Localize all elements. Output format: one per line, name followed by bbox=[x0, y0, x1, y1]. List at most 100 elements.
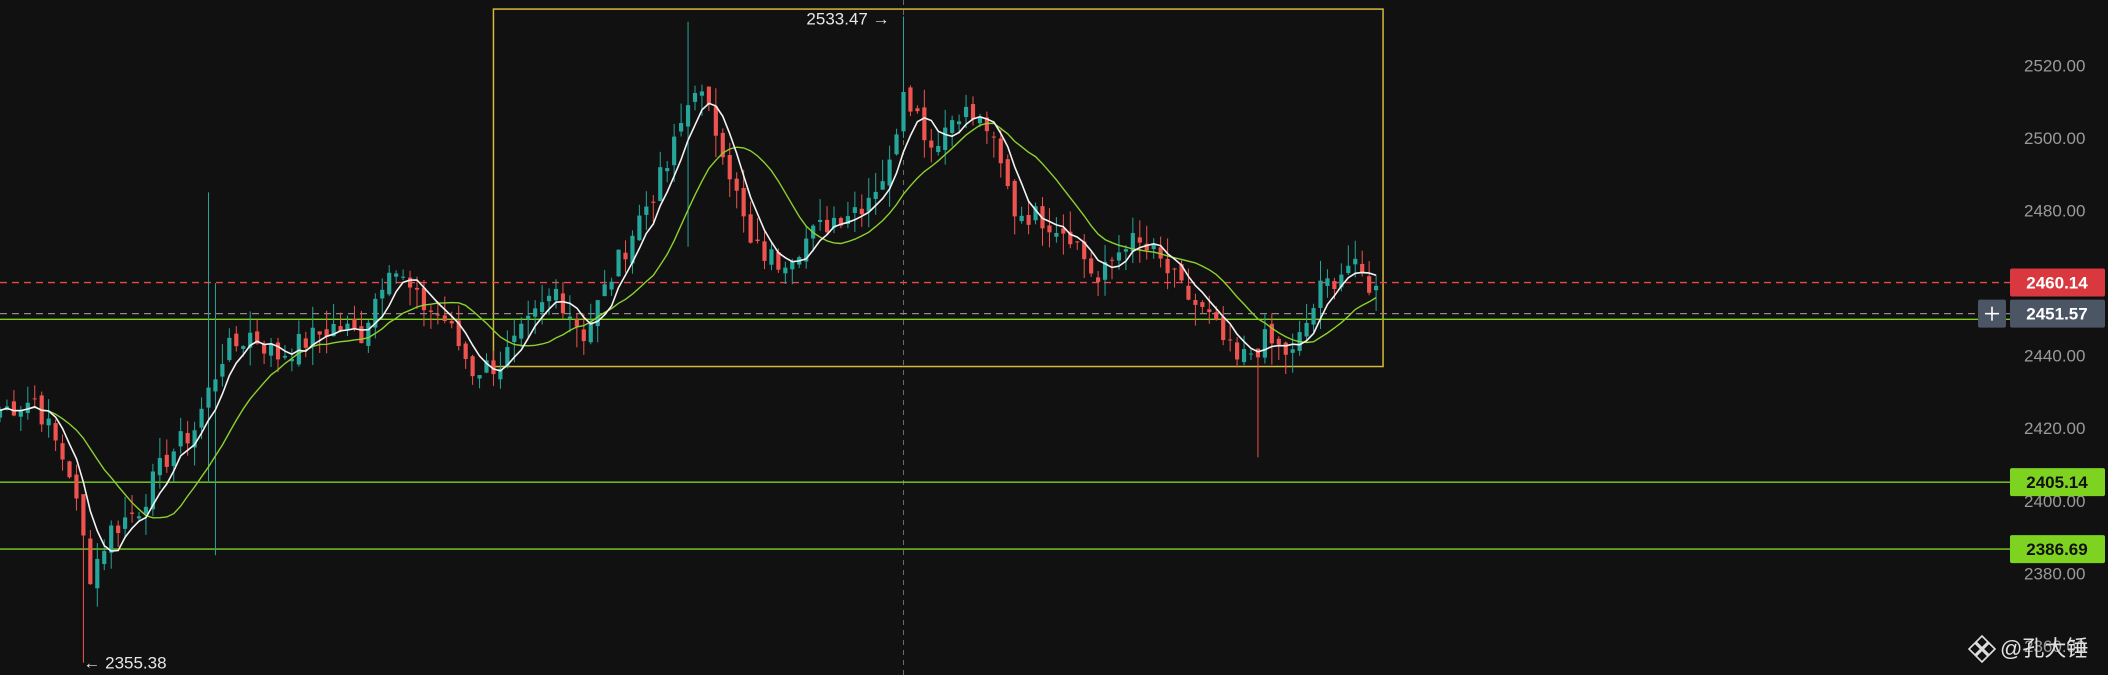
candle-body bbox=[665, 168, 670, 172]
candle-body bbox=[748, 214, 753, 243]
candle-body bbox=[0, 410, 3, 418]
candle-body bbox=[1304, 322, 1309, 337]
price-tag-label: 2386.69 bbox=[2026, 540, 2087, 559]
candle-body bbox=[1054, 232, 1059, 237]
candle-body bbox=[998, 138, 1003, 164]
candle-body bbox=[637, 215, 642, 241]
candle-body bbox=[1019, 215, 1024, 222]
candle-body bbox=[428, 310, 433, 312]
candle-body bbox=[303, 338, 308, 348]
candle-body bbox=[129, 512, 135, 514]
candle-body bbox=[1262, 329, 1267, 358]
candle-body bbox=[1165, 258, 1170, 274]
candle-body bbox=[1089, 258, 1094, 274]
candle-body bbox=[81, 494, 86, 536]
candle-body bbox=[894, 134, 899, 155]
candle-body bbox=[1005, 159, 1010, 187]
candle-body bbox=[706, 86, 711, 105]
candle-body bbox=[1172, 268, 1177, 270]
candle-body bbox=[421, 287, 427, 311]
candle-body bbox=[991, 136, 996, 138]
candle-body bbox=[783, 267, 788, 274]
candle-body bbox=[651, 201, 656, 203]
candles-layer bbox=[0, 16, 1379, 663]
price-tag-label: 2460.14 bbox=[2026, 274, 2088, 293]
candle-body bbox=[672, 136, 677, 166]
candle-body bbox=[1123, 249, 1128, 252]
candle-body bbox=[463, 343, 468, 360]
candle-body bbox=[60, 443, 65, 460]
candle-body bbox=[692, 92, 698, 102]
candle-body bbox=[11, 401, 16, 416]
candle-body bbox=[553, 288, 559, 301]
candle-body bbox=[936, 146, 941, 153]
candle-body bbox=[859, 208, 864, 215]
candle-body bbox=[32, 398, 37, 400]
price-tag-label: 2405.14 bbox=[2026, 473, 2088, 492]
candle-body bbox=[1325, 278, 1330, 286]
candle-body bbox=[901, 91, 906, 132]
candle-body bbox=[67, 461, 72, 478]
candle-body bbox=[623, 252, 628, 260]
candle-body bbox=[957, 121, 962, 125]
candle-body bbox=[762, 241, 767, 261]
candle-body bbox=[296, 333, 301, 365]
axis-tick-label: 2520.00 bbox=[2024, 56, 2085, 75]
candle-body bbox=[102, 551, 107, 565]
candle-body bbox=[588, 322, 593, 343]
candle-body bbox=[1248, 353, 1254, 355]
candle-body bbox=[352, 318, 357, 329]
candle-body bbox=[824, 219, 830, 233]
candle-body bbox=[519, 323, 524, 339]
candle-body bbox=[609, 281, 614, 290]
candle-body bbox=[407, 277, 413, 288]
candle-body bbox=[581, 329, 586, 342]
candle-body bbox=[53, 423, 58, 441]
candle-body bbox=[943, 127, 948, 151]
candle-body bbox=[755, 239, 760, 242]
candle-body bbox=[1353, 258, 1358, 265]
candle-body bbox=[1311, 308, 1316, 325]
candle-body bbox=[533, 308, 538, 317]
candle-body bbox=[1012, 180, 1017, 217]
candle-body bbox=[401, 276, 406, 278]
candle-body bbox=[185, 432, 190, 444]
price-annotation: 2533.47 → bbox=[806, 9, 889, 28]
axis-tick-label: 2380.00 bbox=[2024, 564, 2085, 583]
candle-body bbox=[366, 322, 371, 346]
candle-body bbox=[116, 525, 121, 534]
candle-body bbox=[227, 337, 232, 361]
candle-body bbox=[241, 346, 246, 349]
candle-body bbox=[1047, 225, 1052, 233]
candle-body bbox=[275, 342, 281, 360]
candle-body bbox=[282, 355, 288, 358]
axis-tick-label: 2440.00 bbox=[2024, 347, 2085, 366]
candle-body bbox=[512, 335, 517, 342]
watermark-text: @孔大锤 bbox=[2000, 636, 2088, 661]
candle-body bbox=[1235, 342, 1240, 360]
watermark: @孔大锤 bbox=[1967, 634, 2088, 664]
candle-body bbox=[1283, 342, 1288, 355]
candle-body bbox=[359, 326, 364, 344]
candle-body bbox=[658, 167, 663, 201]
candle-body bbox=[109, 525, 114, 553]
axis-tick-label: 2480.00 bbox=[2024, 201, 2085, 220]
candle-body bbox=[1200, 302, 1205, 307]
price-chart[interactable]: 2533.47 →← 2355.38 2360.002380.002400.00… bbox=[0, 0, 2108, 675]
candle-body bbox=[922, 107, 927, 141]
candle-body bbox=[602, 284, 607, 297]
chart-stage[interactable]: 2533.47 → ← 2355.38 2360.00 2380.00 2400.00… bbox=[0, 0, 2108, 675]
candle-body bbox=[679, 122, 684, 132]
candle-body bbox=[526, 315, 531, 320]
candle-body bbox=[435, 314, 440, 316]
candle-body bbox=[345, 323, 350, 330]
price-tag-label: 2451.57 bbox=[2026, 305, 2087, 324]
candle-body bbox=[1374, 285, 1379, 291]
candle-body bbox=[1075, 241, 1080, 243]
candle-body bbox=[1214, 312, 1219, 320]
candle-body bbox=[540, 302, 545, 312]
candle-body bbox=[818, 219, 823, 222]
candle-body bbox=[852, 207, 857, 213]
candle-body bbox=[929, 140, 934, 148]
price-annotation: ← 2355.38 bbox=[83, 654, 166, 673]
